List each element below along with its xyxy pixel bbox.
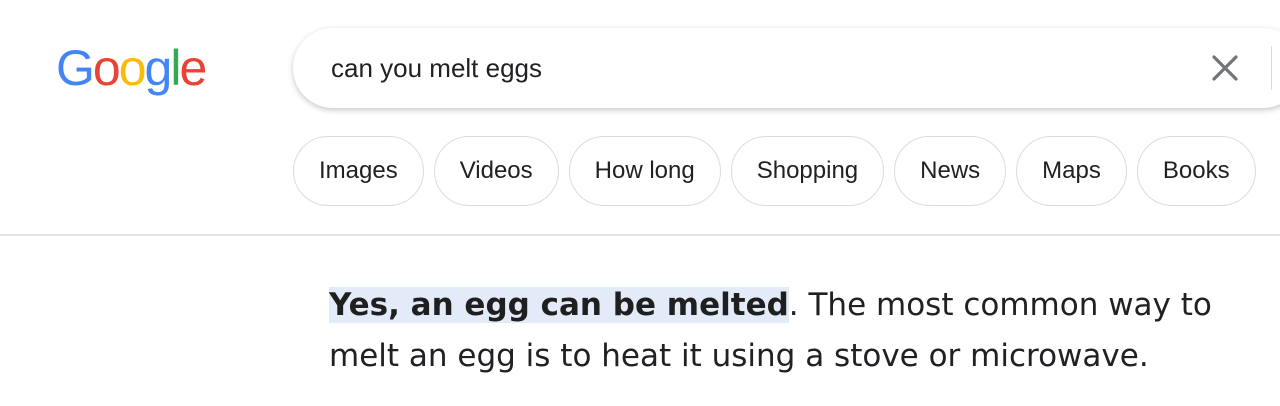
search-input[interactable] xyxy=(331,48,1151,88)
logo-letter: e xyxy=(179,40,207,96)
chip-images[interactable]: Images xyxy=(293,136,424,206)
close-icon[interactable] xyxy=(1209,52,1241,84)
chip-how-long[interactable]: How long xyxy=(568,136,721,206)
chip-shopping[interactable]: Shopping xyxy=(730,136,885,206)
logo-letter: o xyxy=(92,40,121,96)
chip-books[interactable]: Books xyxy=(1136,136,1256,206)
featured-answer: Yes, an egg can be melted. The most comm… xyxy=(329,280,1269,382)
search-results-page: Google ImagesVideosHow longShoppingNewsM… xyxy=(0,0,1280,406)
logo-letter: l xyxy=(170,40,181,96)
logo-letter: o xyxy=(118,40,147,96)
answer-highlight: Yes, an egg can be melted xyxy=(329,287,789,323)
chip-maps[interactable]: Maps xyxy=(1016,136,1127,206)
chip-news[interactable]: News xyxy=(894,136,1007,206)
google-logo[interactable]: Google xyxy=(56,38,207,98)
search-bar xyxy=(293,28,1280,108)
results-divider xyxy=(0,234,1280,236)
chip-videos[interactable]: Videos xyxy=(433,136,559,206)
logo-letter: G xyxy=(56,40,95,96)
logo-letter: g xyxy=(144,40,173,96)
search-divider xyxy=(1271,46,1272,90)
filter-chips: Images Videos How long Shopping News Maps Book… xyxy=(293,136,1266,206)
